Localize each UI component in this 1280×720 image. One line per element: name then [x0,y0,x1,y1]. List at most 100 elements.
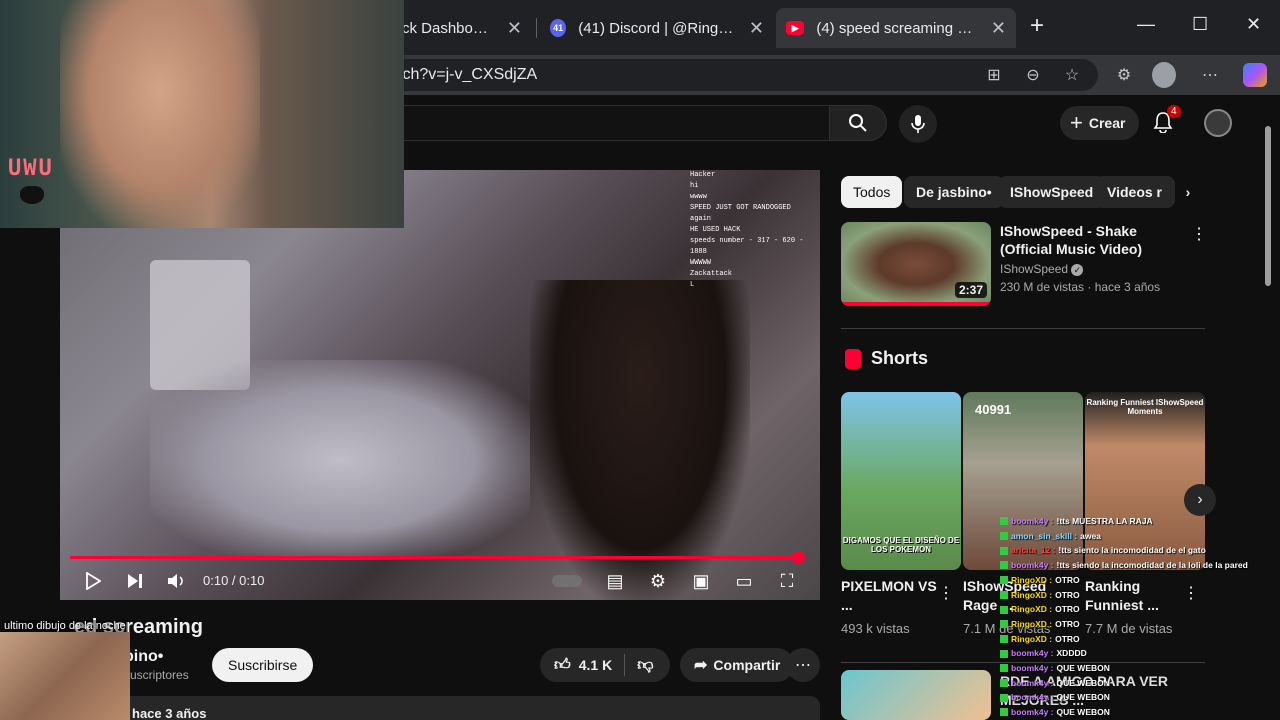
chat-text: XDDDD [1056,648,1087,659]
page-scrollbar[interactable] [1262,98,1274,720]
video-chat-line: Hacker [690,171,716,179]
chat-text: OTRO [1055,618,1080,629]
close-tab-icon[interactable]: ✕ [991,18,1006,39]
close-tab-icon[interactable]: ✕ [749,18,764,39]
chat-badge-icon [1000,620,1008,629]
fullscreen-icon[interactable]: ⛶ [774,568,800,594]
chat-username: boomk4y : [1011,692,1054,703]
section-divider [841,328,1205,329]
video-thumbnail[interactable]: 2:37 [841,222,991,306]
more-options-icon[interactable]: ⋮ [1191,224,1207,244]
chip-todos[interactable]: Todos [841,176,903,208]
chat-text: OTRO [1055,574,1080,585]
tab-youtube[interactable]: ▶ (4) speed screaming - You ✕ [776,8,1016,48]
apps-icon[interactable]: ⊞ [982,63,1006,87]
chip-videos[interactable]: Videos r [1095,176,1175,208]
chat-username: boomk4y : [1011,560,1054,571]
video-chat-line: speeds number - 317 - 620 - 1888 [690,237,804,256]
create-button[interactable]: + Crear [1060,106,1140,140]
miniplayer-icon[interactable]: ▣ [688,568,714,594]
chat-username: RingoXD : [1011,589,1053,600]
chip-ishowspeed[interactable]: IShowSpeed [998,176,1106,208]
like-divider [624,654,626,676]
chat-message: boomk4y : XDDDD [1000,646,1262,661]
chat-badge-icon [1000,546,1008,555]
video-thumbnail[interactable] [841,670,991,720]
profile-icon[interactable] [1152,62,1176,88]
description-box[interactable]: hace 3 años [60,696,820,720]
recommended-channel[interactable]: IShowSpeed ✓ [1000,262,1084,276]
chat-message: boomk4y : QUE WEBON [1000,661,1262,676]
subscribe-button[interactable]: Suscribirse [212,648,314,682]
video-chat-line: again [690,215,712,223]
maximize-icon[interactable]: ☐ [1192,14,1208,35]
volume-button[interactable] [164,568,190,594]
more-actions-button[interactable]: ⋯ [786,648,820,682]
autoplay-toggle[interactable] [550,568,584,594]
theater-mode-icon[interactable]: ▭ [731,568,757,594]
chat-username: amon_sin_skill : [1011,530,1078,541]
verified-check-icon: ✓ [1071,264,1084,276]
shorts-logo-icon [845,348,861,369]
shorts-next-button[interactable]: › [1184,484,1216,516]
minimize-icon[interactable]: — [1137,14,1155,35]
chat-username: boomk4y : [1011,677,1054,688]
chat-username: boomk4y : [1011,707,1054,718]
recommended-video[interactable]: 2:37 IShowSpeed - Shake (Official Music … [841,222,1211,312]
chat-message: amon_sin_skill : awea [1000,529,1262,544]
chip-de-jasbino[interactable]: De jasbino• [904,176,1004,208]
time-display: 0:10 / 0:10 [203,573,265,588]
account-avatar[interactable] [1204,109,1232,137]
play-icon [86,572,101,590]
video-progress-bar[interactable] [70,551,805,564]
volume-icon [168,574,183,588]
play-button[interactable] [80,568,106,594]
create-label: Crear [1088,115,1126,131]
close-tab-icon[interactable]: ✕ [507,18,522,39]
thumbs-down-icon[interactable]: 👎︎ [637,656,653,675]
chat-text: QUE WEBON [1056,692,1110,703]
video-scene-bed [150,360,530,560]
tab-dashboard[interactable]: ck Dashboard ✕ [392,8,532,48]
chat-message: RingoXD : OTRO [1000,617,1262,632]
menu-dots-icon[interactable]: ⋯ [1198,63,1222,87]
chevron-right-icon[interactable]: › [1175,176,1201,208]
stream-chat-overlay: boomk4y : !tts MUESTRA LA RAJA amon_sin_sk… [1000,514,1262,720]
extensions-icon[interactable]: ⚙ [1112,63,1136,87]
favorite-star-icon[interactable]: ☆ [1060,63,1084,87]
chat-username: RingoXD : [1011,604,1053,615]
notifications-button[interactable]: 4 [1153,105,1181,135]
chat-text: OTRO [1055,633,1080,644]
channel-label: IShowSpeed [1000,262,1069,276]
video-player[interactable]: Hacker hi wwww SPEED JUST GOT RANDOGGED … [60,170,820,600]
chat-text: OTRO [1055,604,1080,615]
new-tab-button[interactable]: + [1030,12,1044,40]
copilot-icon[interactable] [1243,63,1267,87]
voice-search-button[interactable] [899,105,937,143]
share-button[interactable]: ➦ Compartir [680,648,795,682]
recommended-title[interactable]: IShowSpeed - Shake (Official Music Video… [1000,222,1185,258]
short-title[interactable]: PIXELMON VS ... [841,577,941,615]
screen: ck Dashboard ✕ 41 (41) Discord | @Ringo_… [0,0,1280,720]
search-input[interactable] [380,105,830,141]
microphone-icon [911,115,925,133]
video-chat-line: L [690,281,695,289]
chat-username: RingoXD : [1011,618,1053,629]
tab-label: (41) Discord | @Ringo__? [578,19,735,37]
scrollbar-thumb[interactable] [1265,126,1271,286]
video-details: ed screaming bino• suscriptores Suscribi… [60,610,820,720]
search-button[interactable] [829,105,887,141]
shorts-label: Shorts [871,348,929,368]
tab-discord[interactable]: 41 (41) Discord | @Ringo__? ✕ [540,8,774,48]
more-options-icon[interactable]: ⋮ [938,583,954,603]
subtitles-icon[interactable]: ▤ [602,568,628,594]
short-thumbnail[interactable]: DIGAMOS QUE EL DISEÑO DE LOS POKEMON [841,392,961,570]
close-window-icon[interactable]: ✕ [1246,14,1261,35]
zoom-icon[interactable]: ⊖ [1021,63,1045,87]
thumbs-up-icon[interactable]: 👍︎ [554,656,571,675]
next-button[interactable] [122,568,148,594]
short-overlay-text: DIGAMOS QUE EL DISEÑO DE LOS POKEMON [842,536,960,554]
chat-badge-icon [1000,590,1008,599]
settings-gear-icon[interactable]: ⚙ [645,568,671,594]
youtube-favicon-icon: ▶ [786,21,805,35]
